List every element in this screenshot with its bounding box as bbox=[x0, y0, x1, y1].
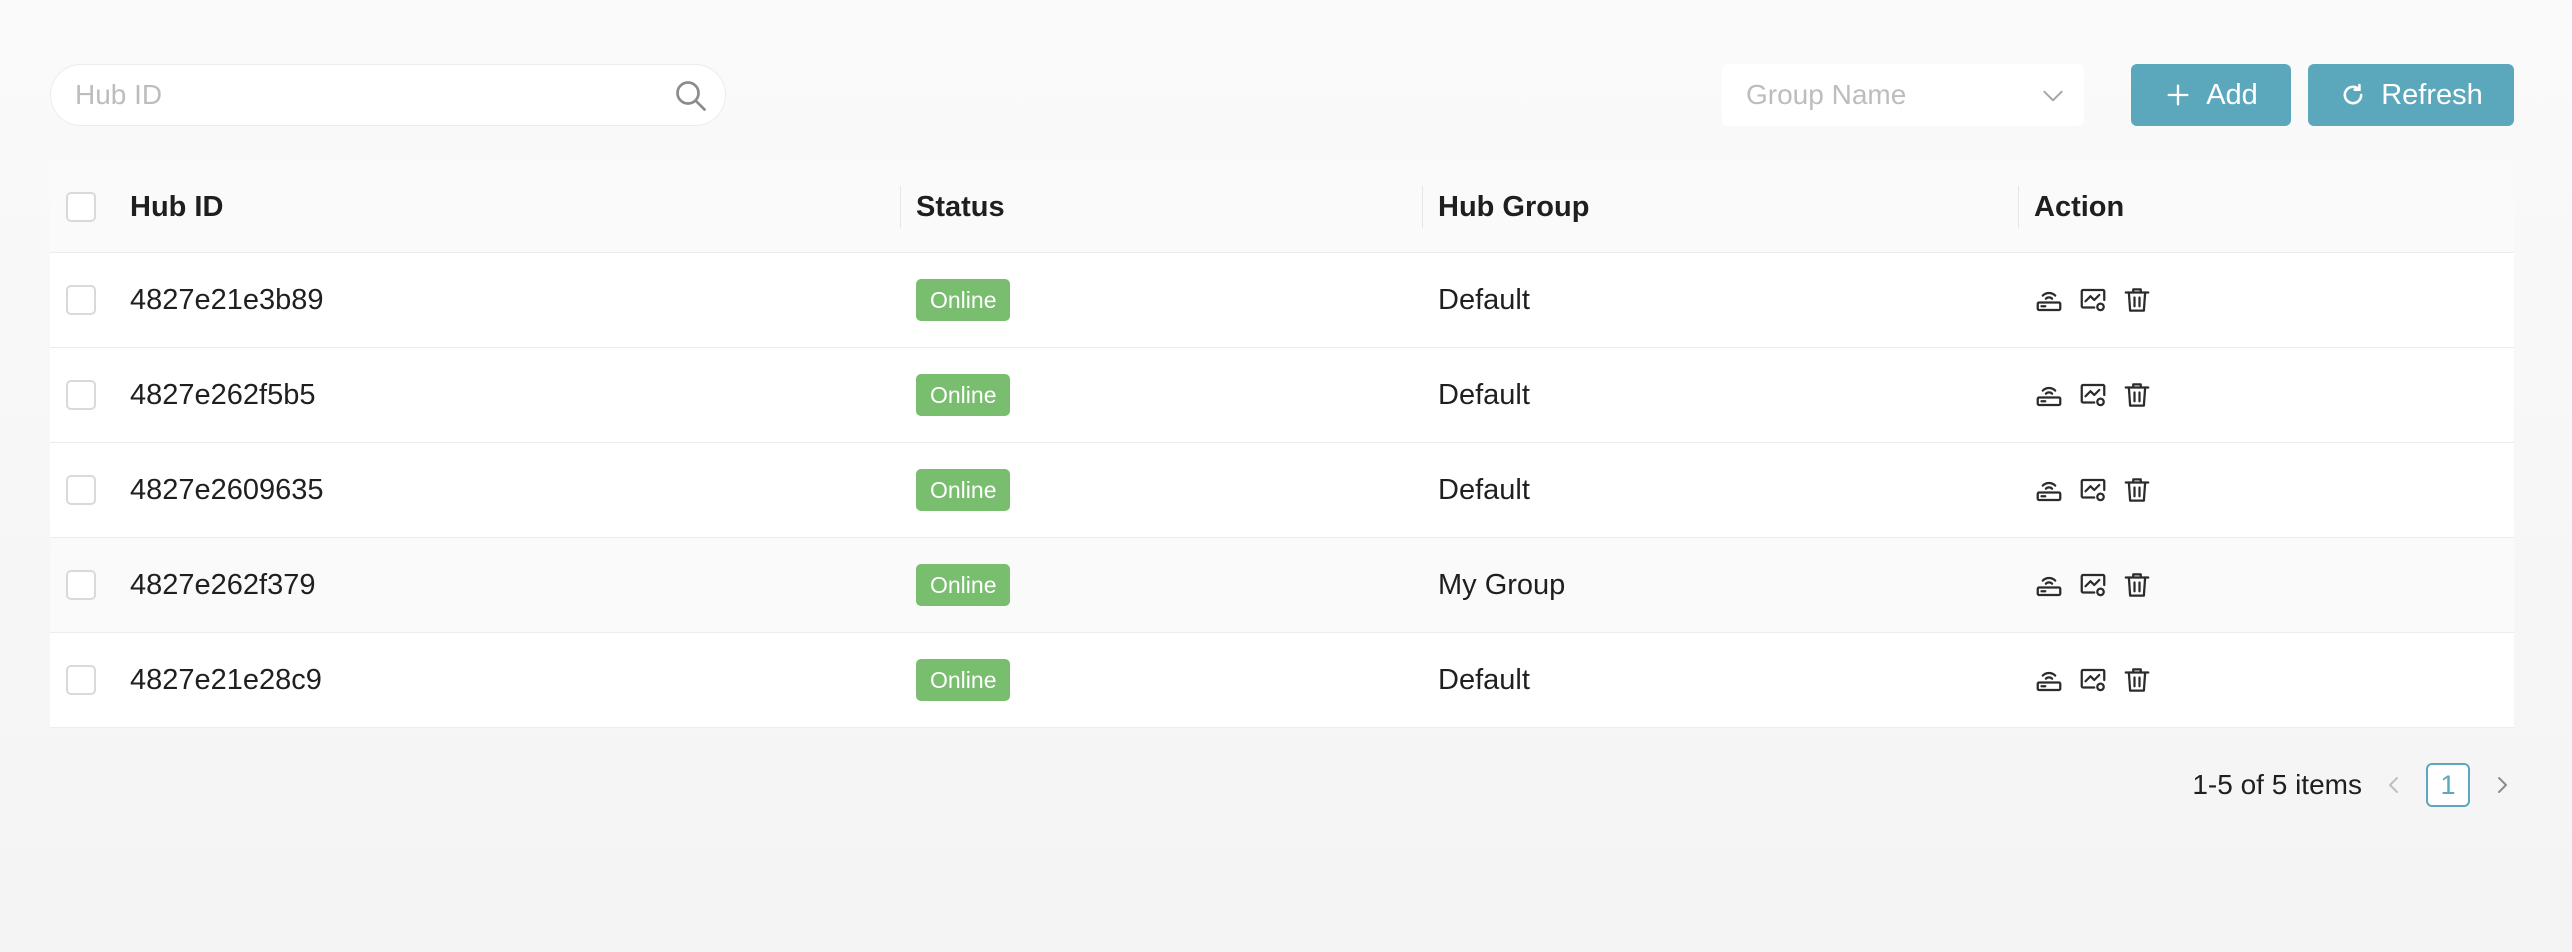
trash-icon[interactable] bbox=[2122, 285, 2152, 315]
column-header-action: Action bbox=[2034, 190, 2125, 223]
monitor-settings-icon[interactable] bbox=[2078, 665, 2108, 695]
trash-icon[interactable] bbox=[2122, 570, 2152, 600]
hub-signal-icon[interactable] bbox=[2034, 665, 2064, 695]
monitor-settings-icon[interactable] bbox=[2078, 380, 2108, 410]
chevron-right-icon[interactable] bbox=[2490, 773, 2514, 797]
hub-group-cell: Default bbox=[1438, 473, 1530, 506]
refresh-icon bbox=[2343, 83, 2363, 105]
select-all-checkbox[interactable] bbox=[66, 192, 96, 222]
hub-group-cell: Default bbox=[1438, 283, 1530, 316]
monitor-settings-icon[interactable] bbox=[2078, 285, 2108, 315]
hub-id-cell: 4827e2609635 bbox=[130, 473, 324, 506]
status-badge: Online bbox=[916, 659, 1011, 701]
hub-group-cell: Default bbox=[1438, 663, 1530, 696]
refresh-button[interactable]: Refresh bbox=[2308, 64, 2514, 126]
table-row: 4827e262f379 Online My Group bbox=[50, 538, 2514, 633]
hub-group-cell: Default bbox=[1438, 378, 1530, 411]
hub-signal-icon[interactable] bbox=[2034, 285, 2064, 315]
add-button-label: Add bbox=[2206, 78, 2258, 111]
trash-icon[interactable] bbox=[2122, 665, 2152, 695]
pagination: 1-5 of 5 items 1 bbox=[2192, 762, 2514, 808]
status-badge: Online bbox=[916, 374, 1011, 416]
row-actions bbox=[2034, 665, 2152, 695]
trash-icon[interactable] bbox=[2122, 380, 2152, 410]
hubs-table: Hub ID Status Hub Group Action 4827e21e3… bbox=[50, 162, 2514, 728]
page-number-button[interactable]: 1 bbox=[2426, 763, 2470, 807]
table-header: Hub ID Status Hub Group Action bbox=[50, 162, 2514, 253]
trash-icon[interactable] bbox=[2122, 475, 2152, 505]
add-button[interactable]: Add bbox=[2131, 64, 2291, 126]
column-divider bbox=[2018, 186, 2019, 228]
chevron-down-icon bbox=[2043, 90, 2063, 102]
hub-id-cell: 4827e262f5b5 bbox=[130, 378, 316, 411]
hub-id-cell: 4827e21e28c9 bbox=[130, 663, 322, 696]
refresh-button-label: Refresh bbox=[2381, 78, 2483, 111]
monitor-settings-icon[interactable] bbox=[2078, 570, 2108, 600]
chevron-left-icon[interactable] bbox=[2382, 773, 2406, 797]
hub-list-page: Group Name Add Refresh Hub ID Status Hub… bbox=[0, 0, 2572, 952]
hub-id-cell: 4827e262f379 bbox=[130, 568, 316, 601]
row-checkbox[interactable] bbox=[66, 380, 96, 410]
group-select-placeholder: Group Name bbox=[1746, 79, 1907, 110]
table-row: 4827e262f5b5 Online Default bbox=[50, 348, 2514, 443]
hub-id-search[interactable] bbox=[50, 64, 726, 126]
column-divider bbox=[900, 186, 901, 228]
search-input[interactable] bbox=[73, 78, 637, 112]
status-badge: Online bbox=[916, 564, 1011, 606]
column-header-hub-group: Hub Group bbox=[1438, 190, 1590, 223]
row-actions bbox=[2034, 285, 2152, 315]
pagination-summary: 1-5 of 5 items bbox=[2192, 769, 2362, 800]
row-actions bbox=[2034, 475, 2152, 505]
status-badge: Online bbox=[916, 469, 1011, 511]
row-actions bbox=[2034, 380, 2152, 410]
column-header-status: Status bbox=[916, 190, 1005, 223]
search-icon[interactable] bbox=[673, 78, 709, 114]
row-actions bbox=[2034, 570, 2152, 600]
hub-signal-icon[interactable] bbox=[2034, 380, 2064, 410]
row-checkbox[interactable] bbox=[66, 475, 96, 505]
group-name-select[interactable]: Group Name bbox=[1722, 64, 2084, 126]
column-divider bbox=[1422, 186, 1423, 228]
plus-icon bbox=[2167, 84, 2189, 106]
status-badge: Online bbox=[916, 279, 1011, 321]
column-header-hub-id: Hub ID bbox=[130, 190, 224, 223]
table-row: 4827e21e28c9 Online Default bbox=[50, 633, 2514, 728]
table-row: 4827e21e3b89 Online Default bbox=[50, 253, 2514, 348]
hub-signal-icon[interactable] bbox=[2034, 570, 2064, 600]
hub-signal-icon[interactable] bbox=[2034, 475, 2064, 505]
row-checkbox[interactable] bbox=[66, 285, 96, 315]
monitor-settings-icon[interactable] bbox=[2078, 475, 2108, 505]
table-row: 4827e2609635 Online Default bbox=[50, 443, 2514, 538]
hub-group-cell: My Group bbox=[1438, 568, 1566, 601]
row-checkbox[interactable] bbox=[66, 665, 96, 695]
hub-id-cell: 4827e21e3b89 bbox=[130, 283, 324, 316]
row-checkbox[interactable] bbox=[66, 570, 96, 600]
